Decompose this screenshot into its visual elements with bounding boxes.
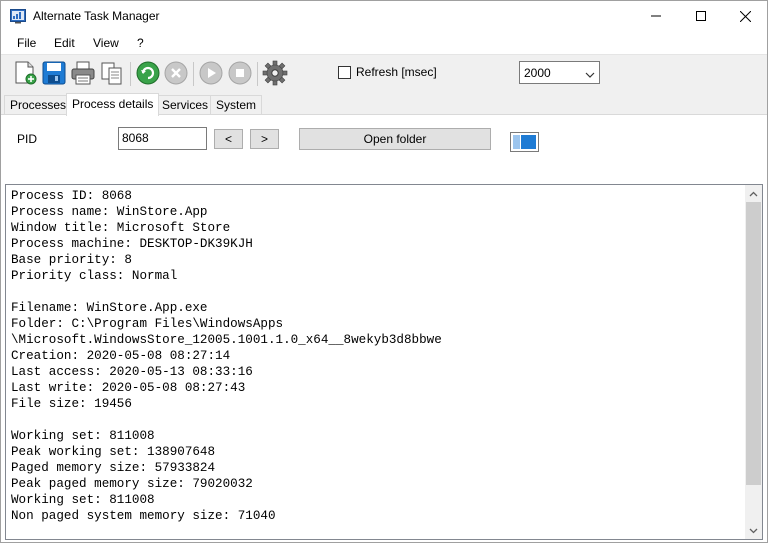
details-line: Peak working set: 138907648 (11, 445, 216, 459)
new-button[interactable] (11, 59, 39, 87)
refresh-button[interactable] (134, 59, 162, 87)
minimize-button[interactable] (633, 1, 679, 31)
start-service-button[interactable] (197, 59, 225, 87)
tab-processes[interactable]: Processes (4, 95, 73, 115)
details-line: Working set: 811008 (11, 429, 155, 443)
details-line: File size: 19456 (11, 397, 132, 411)
print-button[interactable] (69, 59, 97, 87)
refresh-interval-select[interactable]: 2000 (519, 61, 600, 84)
next-process-button[interactable]: > (250, 129, 279, 149)
refresh-icon (136, 61, 160, 85)
details-line (11, 284, 746, 300)
tab-process-details[interactable]: Process details (66, 93, 160, 116)
chevron-down-icon (749, 528, 758, 533)
details-line: Process ID: 8068 (11, 189, 132, 203)
tab-system[interactable]: System (210, 95, 263, 115)
title-bar[interactable]: Alternate Task Manager (1, 1, 767, 31)
maximize-icon (696, 11, 706, 21)
details-line: Paged memory size: 57933824 (11, 461, 216, 475)
kill-icon (164, 61, 188, 85)
layout-toggle-button[interactable] (510, 132, 539, 152)
details-line: Folder: C:\Program Files\WindowsApps (11, 317, 284, 331)
new-icon (15, 61, 37, 85)
play-icon (199, 61, 223, 85)
details-line: Filename: WinStore.App.exe (11, 301, 208, 315)
stop-service-button[interactable] (226, 59, 254, 87)
window-layout-icon (510, 132, 539, 152)
details-line: Priority class: Normal (11, 269, 178, 283)
menu-help[interactable]: ? (135, 36, 146, 50)
details-line: Working set: 811008 (11, 493, 155, 507)
details-line: Last write: 2020-05-08 08:27:43 (11, 381, 246, 395)
menu-edit[interactable]: Edit (52, 36, 77, 50)
gear-icon (262, 60, 288, 86)
chevron-down-icon (585, 68, 595, 82)
details-line: Process name: WinStore.App (11, 205, 208, 219)
toolbar: Refresh [msec] 2000 (1, 56, 767, 92)
scroll-down-button[interactable] (745, 522, 762, 539)
menu-view[interactable]: View (91, 36, 121, 50)
menu-bar: File Edit View ? (1, 31, 767, 55)
process-details-textbox[interactable]: Process ID: 8068 Process name: WinStore.A… (5, 184, 763, 540)
close-button[interactable] (722, 1, 768, 31)
details-line: Process machine: DESKTOP-DK39KJH (11, 237, 253, 251)
toolbar-separator (193, 62, 194, 86)
details-line: Non paged system memory size: 71040 (11, 509, 276, 523)
details-line: \Microsoft.WindowsStore_12005.1001.1.0_x… (11, 333, 442, 347)
app-icon (10, 8, 26, 24)
toolbar-separator (130, 62, 131, 86)
window-title: Alternate Task Manager (33, 9, 160, 23)
close-icon (739, 10, 751, 22)
stop-icon (228, 61, 252, 85)
refresh-label[interactable]: Refresh [msec] (356, 65, 437, 79)
tab-services[interactable]: Services (156, 95, 215, 115)
details-line (11, 412, 746, 428)
details-line: Peak paged memory size: 79020032 (11, 477, 253, 491)
pid-input[interactable]: 8068 (118, 127, 207, 150)
refresh-interval-value: 2000 (524, 66, 551, 80)
minimize-icon (651, 15, 661, 17)
details-line: Window title: Microsoft Store (11, 221, 231, 235)
tab-strip: Processes Process details Services Syste… (1, 93, 767, 116)
previous-process-button[interactable]: < (214, 129, 243, 149)
refresh-checkbox[interactable] (338, 66, 351, 79)
scrollbar-thumb[interactable] (746, 202, 761, 485)
kill-process-button[interactable] (162, 59, 190, 87)
chevron-up-icon (749, 191, 758, 196)
details-line: Creation: 2020-05-08 08:27:14 (11, 349, 231, 363)
toolbar-separator (257, 62, 258, 86)
menu-file[interactable]: File (15, 36, 38, 50)
print-icon (71, 61, 95, 85)
settings-button[interactable] (261, 59, 289, 87)
save-icon (42, 61, 66, 85)
scroll-up-button[interactable] (745, 185, 762, 202)
pid-label: PID (17, 132, 38, 146)
open-folder-button[interactable]: Open folder (299, 128, 491, 150)
maximize-button[interactable] (678, 1, 724, 31)
vertical-scrollbar[interactable] (745, 185, 762, 539)
details-line: Last access: 2020-05-13 08:33:16 (11, 365, 253, 379)
save-button[interactable] (40, 59, 68, 87)
copy-button[interactable] (98, 59, 126, 87)
process-details-panel: PID 8068 < > Open folder Process ID: 806… (1, 114, 767, 542)
process-details-text: Process ID: 8068 Process name: WinStore.A… (11, 188, 746, 524)
details-line: Base priority: 8 (11, 253, 132, 267)
app-window: Alternate Task Manager File Edit View ? (0, 0, 768, 543)
copy-icon (101, 62, 122, 85)
